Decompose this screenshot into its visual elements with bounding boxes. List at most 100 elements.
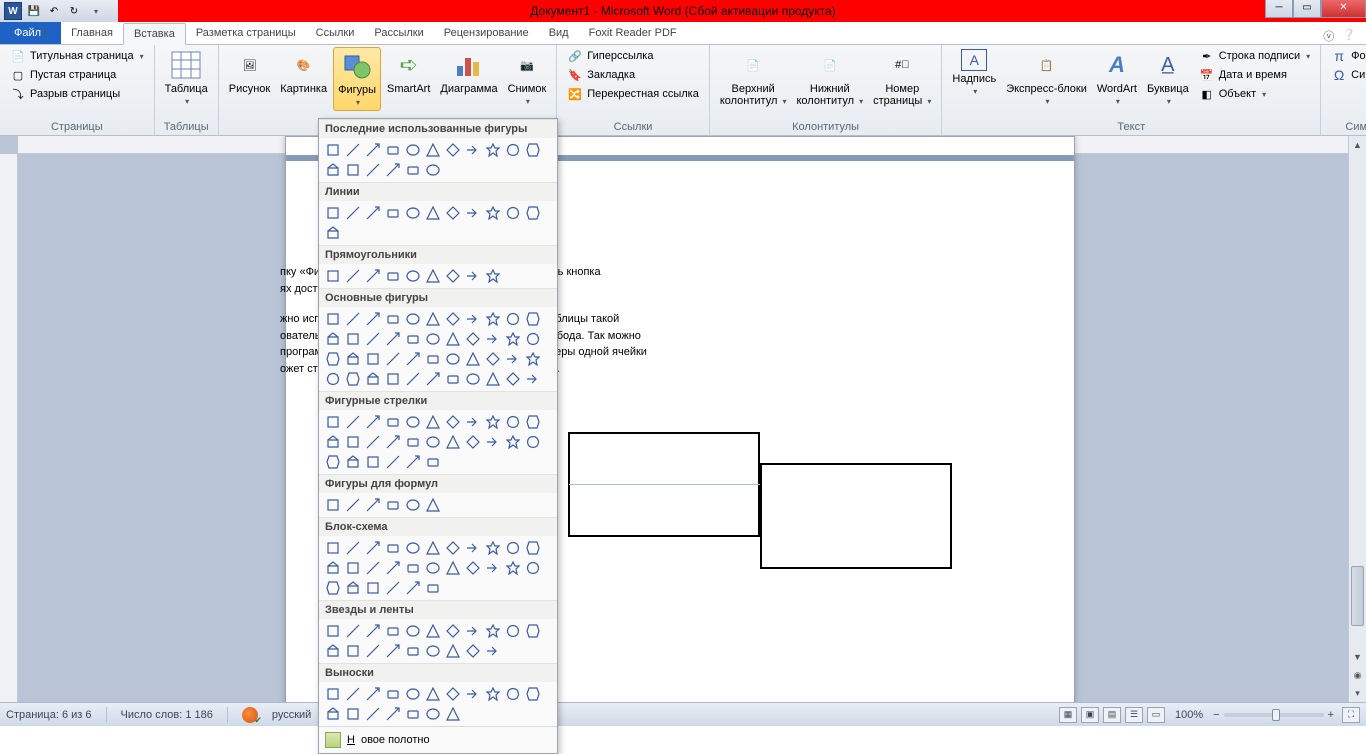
shape-item[interactable]: [323, 538, 343, 558]
shape-item[interactable]: [403, 140, 423, 160]
header-button[interactable]: 📄Верхний колонтитул ▾: [716, 47, 791, 109]
shape-item[interactable]: [503, 309, 523, 329]
shape-item[interactable]: [503, 203, 523, 223]
hyperlink-button[interactable]: 🔗Гиперссылка: [563, 47, 703, 65]
shape-item[interactable]: [323, 349, 343, 369]
shape-item[interactable]: [483, 369, 503, 389]
shape-item[interactable]: [323, 203, 343, 223]
shape-item[interactable]: [483, 621, 503, 641]
bookmark-button[interactable]: 🔖Закладка: [563, 66, 703, 84]
shape-item[interactable]: [463, 369, 483, 389]
shape-item[interactable]: [403, 452, 423, 472]
shape-item[interactable]: [463, 309, 483, 329]
datetime-button[interactable]: 📅Дата и время: [1195, 66, 1314, 84]
shape-item[interactable]: [423, 309, 443, 329]
shape-item[interactable]: [363, 621, 383, 641]
shape-item[interactable]: [523, 203, 543, 223]
shape-item[interactable]: [323, 160, 343, 180]
shape-item[interactable]: [443, 266, 463, 286]
shape-item[interactable]: [443, 704, 463, 724]
shape-item[interactable]: [403, 704, 423, 724]
shape-item[interactable]: [363, 412, 383, 432]
shape-item[interactable]: [363, 266, 383, 286]
shape-item[interactable]: [423, 140, 443, 160]
shape-item[interactable]: [523, 558, 543, 578]
shape-item[interactable]: [403, 412, 423, 432]
shape-item[interactable]: [503, 369, 523, 389]
minimize-ribbon-icon[interactable]: ⓥ: [1323, 28, 1334, 44]
shape-item[interactable]: [343, 140, 363, 160]
shape-item[interactable]: [503, 684, 523, 704]
new-canvas-button[interactable]: Новое полотно: [319, 726, 557, 753]
shape-item[interactable]: [383, 266, 403, 286]
shape-item[interactable]: [423, 704, 443, 724]
equation-button[interactable]: πФормула▾: [1327, 47, 1366, 65]
shape-item[interactable]: [343, 495, 363, 515]
shape-item[interactable]: [443, 641, 463, 661]
shape-item[interactable]: [463, 621, 483, 641]
zoom-slider[interactable]: [1224, 713, 1324, 717]
shape-item[interactable]: [383, 495, 403, 515]
shape-item[interactable]: [363, 704, 383, 724]
shape-item[interactable]: [423, 349, 443, 369]
shape-item[interactable]: [463, 412, 483, 432]
shape-item[interactable]: [443, 369, 463, 389]
shape-item[interactable]: [463, 329, 483, 349]
redo-icon[interactable]: ↻: [66, 3, 82, 19]
shape-item[interactable]: [363, 329, 383, 349]
view-fullscreen-icon[interactable]: ▣: [1081, 707, 1099, 723]
shape-item[interactable]: [443, 349, 463, 369]
view-outline-icon[interactable]: ☰: [1125, 707, 1143, 723]
shape-item[interactable]: [483, 140, 503, 160]
shape-item[interactable]: [423, 558, 443, 578]
shape-item[interactable]: [343, 412, 363, 432]
shape-item[interactable]: [363, 495, 383, 515]
shape-item[interactable]: [403, 266, 423, 286]
shape-item[interactable]: [443, 309, 463, 329]
shape-item[interactable]: [423, 203, 443, 223]
shape-item[interactable]: [323, 641, 343, 661]
shape-item[interactable]: [343, 160, 363, 180]
tab-foxit[interactable]: Foxit Reader PDF: [579, 22, 687, 44]
shape-item[interactable]: [523, 369, 543, 389]
minimize-button[interactable]: ─: [1265, 0, 1293, 18]
shape-item[interactable]: [423, 329, 443, 349]
shape-item[interactable]: [363, 684, 383, 704]
status-words[interactable]: Число слов: 1 186: [121, 709, 213, 721]
quickparts-button[interactable]: 📋Экспресс-блоки▾: [1002, 47, 1091, 109]
shape-item[interactable]: [363, 538, 383, 558]
status-language[interactable]: русский: [272, 709, 311, 721]
shape-item[interactable]: [363, 160, 383, 180]
shape-item[interactable]: [343, 704, 363, 724]
shape-item[interactable]: [463, 140, 483, 160]
zoom-in-icon[interactable]: +: [1328, 709, 1334, 721]
tab-review[interactable]: Рецензирование: [434, 22, 539, 44]
shape-item[interactable]: [383, 349, 403, 369]
shape-item[interactable]: [403, 369, 423, 389]
scroll-up-icon[interactable]: ▲: [1349, 136, 1366, 154]
object-button[interactable]: ◧Объект▾: [1195, 85, 1314, 103]
shape-item[interactable]: [343, 309, 363, 329]
shape-item[interactable]: [403, 329, 423, 349]
shape-item[interactable]: [403, 641, 423, 661]
shape-item[interactable]: [483, 329, 503, 349]
crossref-button[interactable]: 🔀Перекрестная ссылка: [563, 85, 703, 103]
clipart-button[interactable]: 🎨Картинка: [276, 47, 331, 97]
shape-item[interactable]: [443, 538, 463, 558]
next-page-icon[interactable]: ▾: [1349, 684, 1366, 702]
shape-item[interactable]: [523, 140, 543, 160]
footer-button[interactable]: 📄Нижний колонтитул ▾: [792, 47, 867, 109]
shapes-button[interactable]: Фигуры▾: [333, 47, 381, 111]
shape-item[interactable]: [363, 578, 383, 598]
shape-item[interactable]: [403, 578, 423, 598]
shape-item[interactable]: [343, 432, 363, 452]
picture-button[interactable]: 🖼Рисунок: [225, 47, 275, 97]
shape-item[interactable]: [503, 558, 523, 578]
shape-item[interactable]: [383, 621, 403, 641]
status-page[interactable]: Страница: 6 из 6: [6, 709, 92, 721]
undo-icon[interactable]: ↶: [46, 3, 62, 19]
shape-item[interactable]: [403, 621, 423, 641]
shape-item[interactable]: [323, 578, 343, 598]
shape-item[interactable]: [323, 621, 343, 641]
tab-references[interactable]: Ссылки: [306, 22, 365, 44]
